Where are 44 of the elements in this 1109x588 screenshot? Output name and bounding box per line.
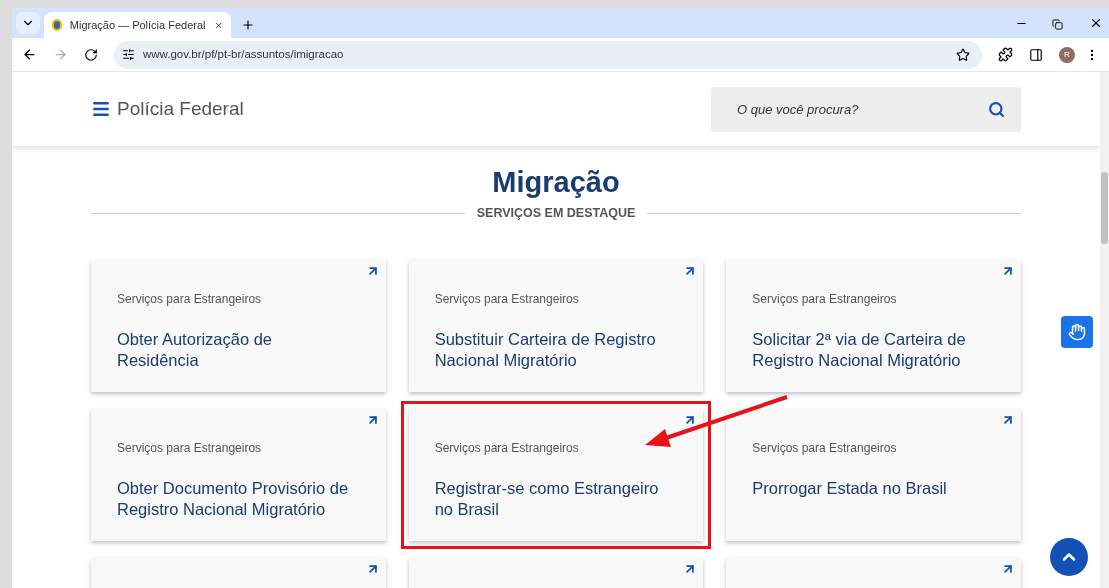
card-title: Obter Documento Provisório de Registro Nacional Migratório — [117, 477, 349, 520]
tab-list-button[interactable] — [16, 12, 40, 34]
page-title: Migração — [491, 165, 621, 200]
bookmark-star-icon[interactable] — [956, 47, 970, 62]
accessibility-button[interactable] — [1061, 316, 1093, 348]
scrollbar[interactable] — [1100, 72, 1109, 588]
card-title: Solicitar 2ª via de Carteira de Registro Nacional Migratório — [752, 328, 967, 371]
close-icon[interactable] — [1089, 16, 1103, 30]
back-to-top-button[interactable] — [1050, 538, 1088, 576]
tab-title: Migração — Polícia Federal — [69, 17, 206, 33]
back-icon[interactable] — [22, 47, 37, 62]
site-name[interactable]: Polícia Federal — [117, 94, 244, 124]
address-bar[interactable]: www.gov.br/pf/pt-br/assuntos/imigracao — [114, 40, 982, 69]
service-card[interactable]: Serviços para Estrangeiros Registrar-se como Estrangeiro no Brasil — [408, 408, 704, 541]
card-category: Serviços para Estrangeiros — [752, 290, 898, 308]
new-tab-icon[interactable] — [241, 18, 255, 32]
restore-icon[interactable] — [1052, 19, 1063, 30]
card-title: Registrar-se como Estrangeiro no Brasil — [434, 477, 660, 520]
service-card[interactable]: Serviços para Estrangeiros Prorrogar Estada no Brasil — [726, 408, 1021, 541]
search-icon[interactable] — [988, 100, 1005, 118]
section-label: SERVIÇOS EM DESTAQUE — [476, 205, 636, 222]
card-category: Serviços para Estrangeiros — [117, 439, 263, 457]
service-card[interactable]: Serviços para Estrangeiros Obter Autorização de Residência — [91, 259, 386, 392]
search-field[interactable]: O que você procura? — [711, 86, 1021, 132]
profile-avatar[interactable]: R — [1059, 46, 1075, 63]
menu-icon[interactable] — [91, 99, 111, 119]
card-category: Serviços para Estrangeiros — [434, 290, 580, 308]
card-category: Serviços para Estrangeiros — [434, 439, 580, 457]
service-card[interactable]: Serviços para Estrangeiros Obter Documento Provisório de Registro Nacional Migratório — [91, 408, 386, 541]
card-title: Prorrogar Estada no Brasil — [752, 477, 948, 499]
card-category: Serviços para Estrangeiros — [117, 290, 263, 308]
browser-tab[interactable]: Migração — Polícia Federal — [44, 12, 231, 38]
side-panel-icon[interactable] — [1029, 47, 1043, 62]
url-text: www.gov.br/pf/pt-br/assuntos/imigracao — [143, 46, 345, 62]
card-title: Obter Autorização de Residência — [117, 328, 273, 371]
extensions-icon[interactable] — [998, 47, 1013, 62]
reload-icon[interactable] — [84, 47, 98, 62]
hand-icon — [1068, 323, 1086, 341]
favicon-icon — [52, 19, 62, 31]
service-card[interactable]: Serviços para Estrangeiros Substituir Carteira de Registro Nacional Migratório — [408, 259, 704, 392]
card-title: Substituir Carteira de Registro Nacional Migratório — [434, 328, 657, 371]
service-card[interactable]: Serviços para Estrangeiros Solicitar 2ª via de Carteira de Registro Nacional Migratório — [726, 259, 1021, 392]
card-category: Serviços para Estrangeiros — [752, 439, 898, 457]
site-settings-icon[interactable] — [122, 48, 135, 61]
